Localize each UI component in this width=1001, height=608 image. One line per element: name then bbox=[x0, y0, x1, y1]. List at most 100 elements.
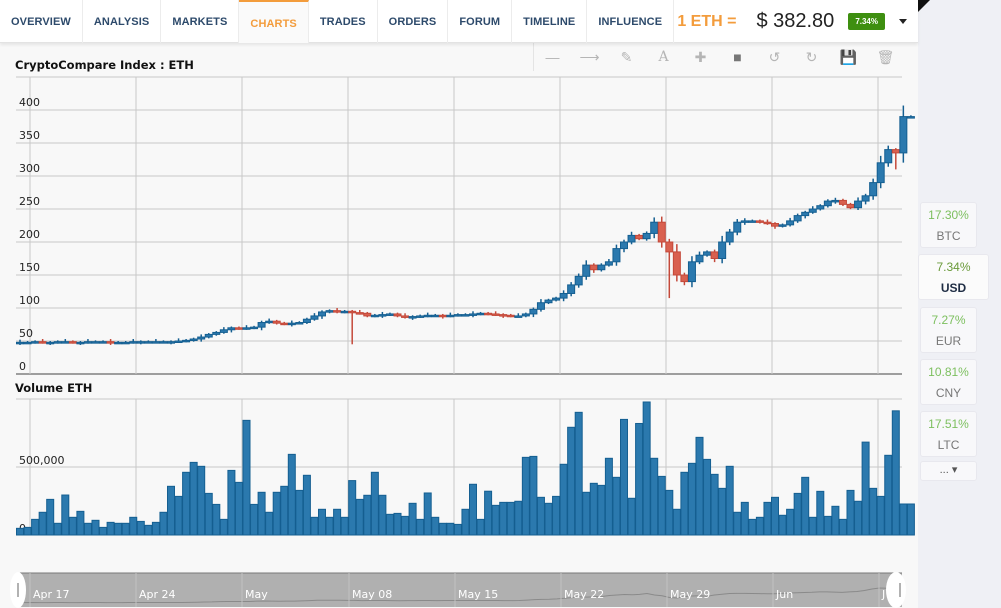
candle bbox=[635, 233, 644, 241]
volume-bar bbox=[355, 498, 364, 536]
candle bbox=[559, 290, 568, 302]
volume-bar bbox=[899, 503, 908, 536]
navigator-group[interactable]: Apr 17 Apr 24 May May 08 May 15 May 22 May 29 J… bbox=[10, 572, 906, 608]
candle bbox=[574, 273, 583, 288]
candle-body bbox=[378, 314, 387, 317]
more-currencies-button[interactable]: ... ▾ bbox=[920, 461, 977, 481]
tab-analysis[interactable]: ANALYSIS bbox=[83, 0, 162, 43]
candle-body bbox=[318, 311, 326, 317]
candle-body bbox=[333, 310, 342, 313]
navigator-right-handle[interactable] bbox=[886, 572, 906, 608]
volume-bar bbox=[846, 489, 855, 536]
chart-svg[interactable]: 0501001502002503003504000500,000 Apr 17A… bbox=[0, 0, 918, 608]
volume-bar bbox=[287, 453, 296, 536]
volume-bar bbox=[83, 522, 92, 536]
candle bbox=[771, 222, 779, 229]
candle bbox=[385, 312, 394, 316]
tab-influence[interactable]: INFLUENCE bbox=[587, 0, 675, 43]
volume-bar bbox=[189, 461, 198, 536]
currency-usd[interactable]: 7.34% USD bbox=[918, 254, 989, 300]
candle bbox=[408, 315, 417, 320]
candle bbox=[733, 219, 742, 236]
volume-bar bbox=[808, 516, 817, 536]
candle bbox=[265, 318, 274, 324]
volume-bar bbox=[174, 495, 183, 536]
candle-body bbox=[884, 149, 893, 164]
volume-bar bbox=[635, 422, 644, 536]
tab-timeline[interactable]: TIMELINE bbox=[512, 0, 588, 43]
volume-bar bbox=[657, 475, 666, 536]
candle bbox=[182, 339, 191, 343]
tab-overview[interactable]: OVERVIEW bbox=[0, 0, 83, 43]
candle-body bbox=[280, 322, 289, 326]
currency-sidebar: 17.30% BTC 7.34% USD 7.27% EUR 10.81% CNY 17.51%… bbox=[918, 0, 1001, 608]
candle bbox=[604, 258, 613, 267]
candle bbox=[250, 325, 259, 330]
volume-bar bbox=[144, 524, 153, 536]
x-axis-label: May 29 bbox=[670, 588, 710, 601]
tab-charts[interactable]: CHARTS bbox=[239, 0, 309, 43]
tab-orders[interactable]: ORDERS bbox=[378, 0, 449, 43]
price-tick-label: 300 bbox=[19, 162, 40, 175]
candle-body bbox=[733, 221, 742, 233]
price-tick-label: 200 bbox=[19, 228, 40, 241]
volume-bar bbox=[393, 512, 402, 536]
candle-body bbox=[642, 232, 651, 240]
candle-body bbox=[272, 320, 281, 324]
candle bbox=[46, 341, 55, 345]
currency-cny[interactable]: 10.81% CNY bbox=[920, 359, 977, 405]
volume-bar bbox=[136, 520, 145, 536]
candle-body bbox=[763, 221, 772, 225]
currency-ltc[interactable]: 17.51% LTC bbox=[920, 411, 977, 457]
candle-body bbox=[521, 313, 530, 317]
candle-body bbox=[204, 333, 213, 338]
candle-body bbox=[385, 313, 394, 316]
volume-bar bbox=[423, 492, 432, 536]
tab-markets[interactable]: MARKETS bbox=[161, 0, 240, 43]
volume-bar bbox=[521, 456, 530, 536]
candle-body bbox=[302, 318, 311, 324]
volume-bar bbox=[801, 476, 810, 536]
candle bbox=[906, 115, 915, 119]
currency-btc[interactable]: 17.30% BTC bbox=[920, 202, 977, 248]
x-axis-label: Jun bbox=[775, 588, 793, 601]
candle bbox=[808, 206, 817, 214]
candle bbox=[680, 272, 689, 286]
candle-body bbox=[687, 261, 696, 283]
candle-body bbox=[174, 340, 183, 343]
candle bbox=[552, 296, 561, 302]
currency-code: BTC bbox=[936, 229, 961, 243]
x-axis-label: May 08 bbox=[352, 588, 392, 601]
volume-bar bbox=[370, 471, 379, 536]
candle-body bbox=[99, 341, 108, 344]
candle-body bbox=[559, 292, 568, 299]
candle-body bbox=[657, 221, 666, 243]
candle-body bbox=[61, 341, 70, 344]
candle-body bbox=[695, 254, 704, 263]
candle-body bbox=[499, 314, 508, 317]
volume-bar bbox=[748, 518, 757, 536]
volume-bar bbox=[544, 502, 553, 536]
volume-bar bbox=[61, 494, 70, 536]
volume-bar bbox=[567, 426, 576, 536]
volume-bar bbox=[121, 522, 130, 536]
tab-trades[interactable]: TRADES bbox=[309, 0, 378, 43]
volume-bar bbox=[778, 514, 787, 536]
volume-bar bbox=[250, 503, 259, 536]
volume-bar bbox=[476, 518, 485, 536]
volume-bar bbox=[861, 441, 870, 536]
volume-bar bbox=[242, 419, 251, 536]
chevron-down-icon[interactable] bbox=[899, 19, 907, 24]
candle bbox=[212, 331, 221, 336]
x-axis-label: May 15 bbox=[458, 588, 498, 601]
candle-body bbox=[846, 203, 855, 209]
candle bbox=[461, 313, 470, 317]
candle-body bbox=[891, 149, 900, 154]
candle bbox=[854, 197, 863, 210]
candle bbox=[484, 311, 493, 316]
candle-body bbox=[16, 341, 24, 345]
currency-eur[interactable]: 7.27% EUR bbox=[920, 307, 977, 353]
tab-forum[interactable]: FORUM bbox=[448, 0, 513, 43]
volume-bar bbox=[461, 508, 470, 536]
candle-body bbox=[287, 322, 296, 326]
